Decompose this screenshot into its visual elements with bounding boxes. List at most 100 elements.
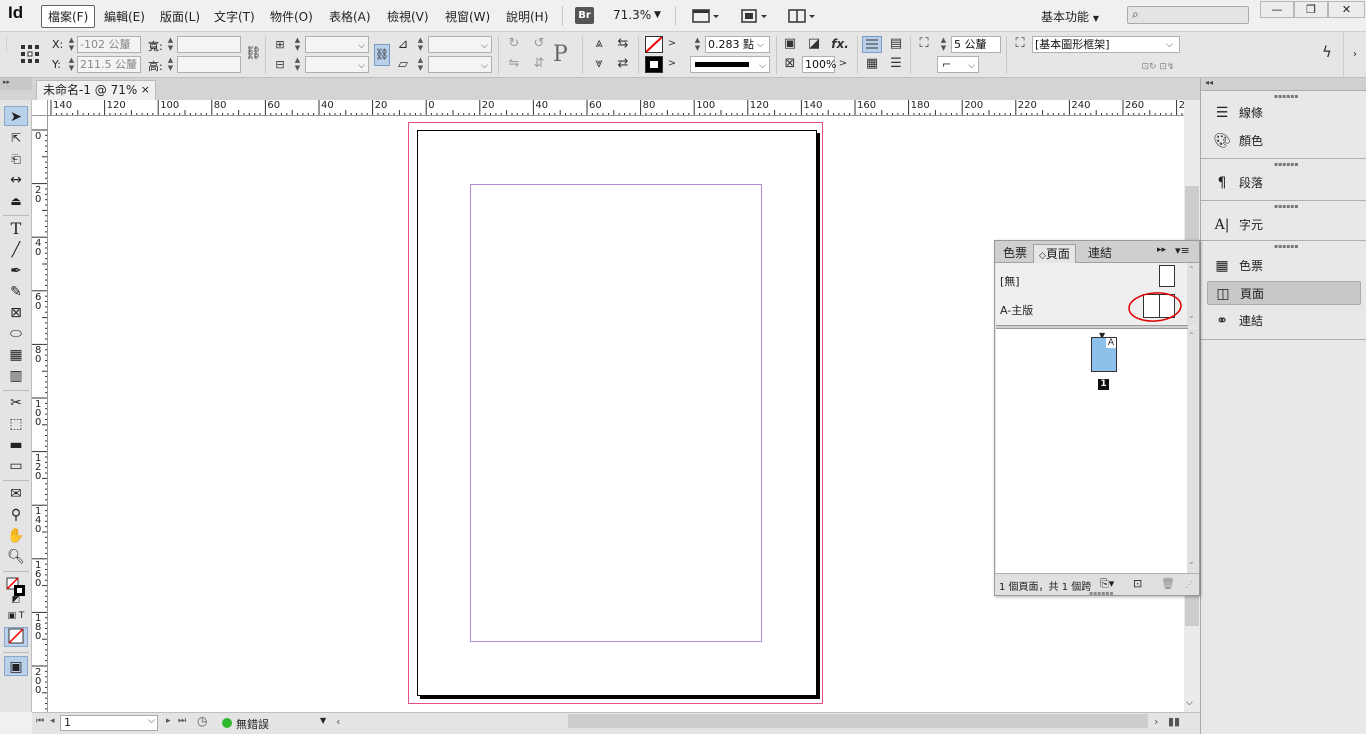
menu-view[interactable]: 檢視(V)	[387, 8, 429, 25]
previous-page-icon[interactable]: ◂	[50, 716, 55, 726]
trash-icon[interactable]: 🗑︎	[1161, 577, 1175, 590]
fill-none-icon[interactable]	[645, 36, 663, 53]
text-wrap-jump-icon[interactable]: ☰	[888, 56, 904, 72]
content-collector-icon[interactable]: ⏏	[4, 191, 28, 211]
split-view-icon[interactable]: ▮▮	[1168, 715, 1180, 728]
selection-tool-icon[interactable]: ➤	[4, 106, 28, 126]
master-a[interactable]: A-主版	[1000, 302, 1033, 318]
auto-fit-icon[interactable]: ⛶	[915, 36, 933, 52]
opacity-field[interactable]: 100%	[802, 56, 836, 73]
preflight-status-label[interactable]: 無錯誤	[236, 716, 269, 732]
free-transform-tool-icon[interactable]: ⬚	[4, 414, 28, 434]
tab-links[interactable]: 連結	[1083, 244, 1117, 263]
text-wrap-box-icon[interactable]: ▤	[888, 36, 904, 52]
scissors-tool-icon[interactable]: ✂	[4, 393, 28, 413]
resize-grip-icon[interactable]: ⋰	[1185, 580, 1193, 589]
panel-pages[interactable]: ◫ 頁面	[1207, 281, 1361, 305]
page-1-thumbnail[interactable]: A	[1091, 337, 1117, 372]
fill-menu-arrow-icon[interactable]: >	[667, 36, 677, 52]
scale-x-field[interactable]: ⌵	[305, 36, 369, 53]
height-field[interactable]	[177, 56, 241, 73]
y-stepper[interactable]: ▲ ▼	[67, 56, 76, 73]
collapse-dock-icon[interactable]: ◂◂	[1201, 78, 1366, 90]
ruler-origin[interactable]	[32, 100, 48, 116]
type-tool-icon[interactable]: T	[4, 219, 28, 239]
text-wrap-none-icon[interactable]	[862, 36, 882, 53]
menu-object[interactable]: 物件(O)	[270, 8, 313, 25]
height-stepper[interactable]: ▲ ▼	[166, 56, 175, 73]
fx-icon[interactable]: fx.	[830, 36, 850, 52]
width-field[interactable]	[177, 36, 241, 53]
horizontal-scroll-thumb[interactable]	[568, 714, 1148, 728]
first-page-icon[interactable]: ⏮	[36, 716, 44, 726]
select-next-icon[interactable]: ⇄	[614, 56, 632, 72]
panel-character[interactable]: A| 字元	[1207, 213, 1361, 237]
select-content-icon[interactable]: ⩔	[590, 56, 608, 72]
pen-tool-icon[interactable]: ✒	[4, 261, 28, 281]
screen-mode-normal-icon[interactable]: ▣	[4, 656, 28, 676]
control-panel-menu-icon[interactable]: ›	[1343, 32, 1366, 78]
scroll-down-icon[interactable]: ⌵	[1186, 698, 1193, 708]
next-page-icon[interactable]: ▸	[166, 716, 171, 726]
chevron-down-icon[interactable]: ⌵	[1166, 40, 1173, 50]
opacity-arrow-icon[interactable]: >	[838, 56, 848, 72]
corner-shape-dropdown[interactable]: ⌐ ⌵	[937, 56, 979, 73]
scroll-left-icon[interactable]: ‹	[336, 715, 340, 728]
panel-swatches[interactable]: ▦ 色票	[1207, 254, 1361, 278]
rectangle-frame-tool-icon[interactable]: ⊠	[4, 303, 28, 323]
menu-edit[interactable]: 編輯(E)	[104, 8, 145, 25]
panel-paragraph[interactable]: ¶ 段落	[1207, 171, 1361, 195]
pencil-tool-icon[interactable]: ✎	[4, 282, 28, 302]
workspace-switcher[interactable]: 基本功能 ▼	[1041, 8, 1099, 25]
menu-file[interactable]: 檔案(F)	[41, 5, 96, 28]
eyedropper-tool-icon[interactable]: ⚲	[4, 505, 28, 525]
rotate-stepper[interactable]: ▲ ▼	[416, 36, 425, 53]
page-tool-icon[interactable]: ⎗	[4, 149, 28, 169]
default-colors-icon[interactable]: ◩	[4, 593, 28, 607]
edit-page-size-icon[interactable]: ⎘▾	[1100, 577, 1114, 591]
masters-scrollbar[interactable]: ⌃ ⌄	[1187, 263, 1198, 325]
reference-point-icon[interactable]	[20, 44, 40, 67]
scroll-right-icon[interactable]: ›	[1154, 715, 1158, 728]
zoom-level[interactable]: 71.3%	[613, 8, 651, 22]
menu-help[interactable]: 說明(H)	[506, 8, 548, 25]
menu-type[interactable]: 文字(T)	[214, 8, 255, 25]
flip-horizontal-icon[interactable]: ⇋	[505, 56, 523, 72]
pages-scrollbar[interactable]: ⌃ ⌄	[1187, 329, 1198, 573]
gradient-feather-tool-icon[interactable]: ▭	[4, 456, 28, 476]
hand-tool-icon[interactable]: ✋	[4, 526, 28, 546]
page-number-field[interactable]: 1 ⌵	[60, 715, 158, 731]
drop-shadow-icon[interactable]: ◪	[806, 36, 822, 52]
view-options-icon[interactable]	[690, 6, 720, 26]
stroke-type-dropdown[interactable]: ⌵	[690, 56, 770, 73]
minimize-button[interactable]: —	[1260, 1, 1294, 18]
last-page-icon[interactable]: ⏭	[178, 716, 186, 726]
restore-button[interactable]: ❐	[1294, 1, 1328, 18]
scale-y-stepper[interactable]: ▲ ▼	[293, 56, 302, 73]
note-tool-icon[interactable]: ✉	[4, 484, 28, 504]
new-page-icon[interactable]: ⊡	[1133, 577, 1142, 590]
constrain-scale-icon[interactable]: ⛓	[374, 44, 390, 66]
spacing-stepper[interactable]: ▲ ▼	[939, 36, 948, 53]
menu-window[interactable]: 視窗(W)	[445, 8, 490, 25]
line-tool-icon[interactable]: ╱	[4, 240, 28, 260]
preflight-menu-icon[interactable]: ▼	[320, 716, 326, 725]
menu-layout[interactable]: 版面(L)	[160, 8, 200, 25]
x-stepper[interactable]: ▲ ▼	[67, 36, 76, 53]
chevron-down-icon[interactable]: ⌵	[757, 40, 764, 50]
panel-bottom-grip[interactable]: ▪▪▪▪▪▪	[1089, 590, 1113, 597]
close-tab-icon[interactable]: ×	[141, 81, 150, 99]
vertical-grid-tool-icon[interactable]: ▥	[4, 366, 28, 386]
scale-y-field[interactable]: ⌵	[305, 56, 369, 73]
apply-none-icon[interactable]	[4, 627, 28, 647]
bridge-button[interactable]: Br	[575, 7, 594, 24]
ellipse-tool-icon[interactable]: ⬭	[4, 324, 28, 344]
gap-tool-icon[interactable]: ↔	[4, 170, 28, 190]
document-tab[interactable]: 未命名-1 @ 71% ×	[36, 80, 156, 100]
toolbox-grip-icon[interactable]: ▸▸	[0, 78, 32, 90]
shear-field[interactable]: ⌵	[428, 56, 492, 73]
close-window-button[interactable]: ✕	[1328, 1, 1365, 18]
chevron-down-icon[interactable]: ▼	[654, 10, 661, 20]
rotate-ccw-icon[interactable]: ↺	[530, 36, 548, 52]
rotate-field[interactable]: ⌵	[428, 36, 492, 53]
